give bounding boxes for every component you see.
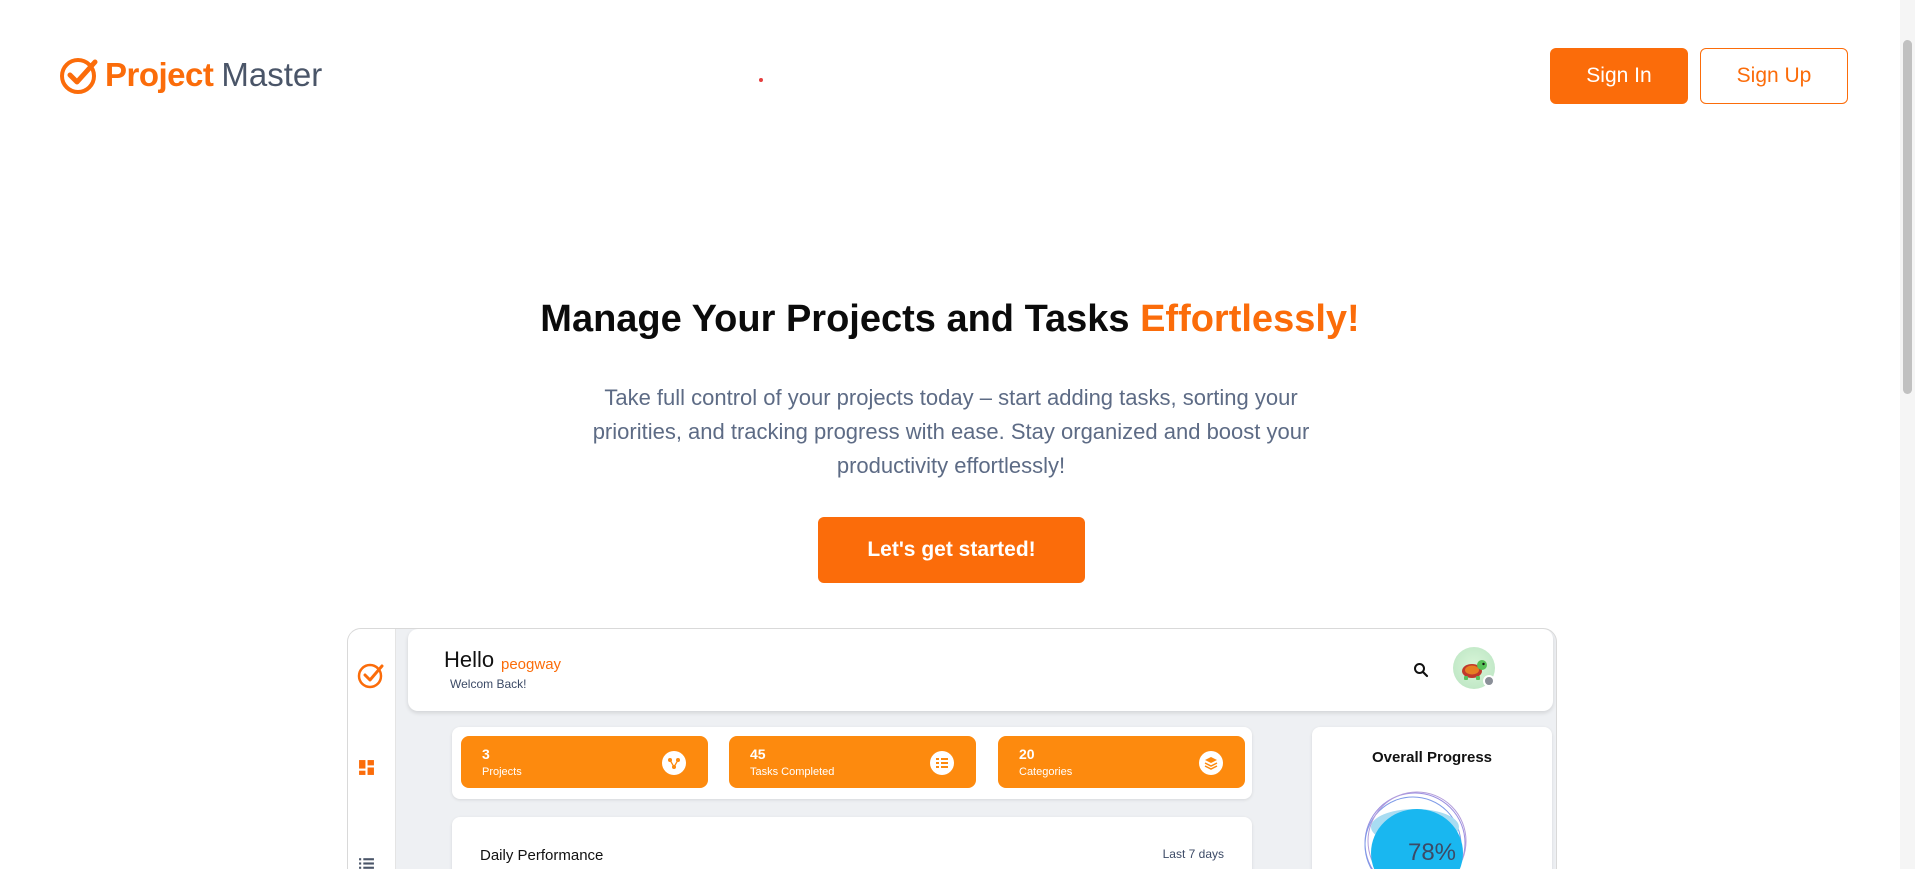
get-started-button[interactable]: Let's get started! (818, 517, 1085, 583)
check-circle-icon (357, 663, 384, 689)
overall-progress-title: Overall Progress (1371, 749, 1493, 766)
stat-card-tasks-completed[interactable]: 45 Tasks Completed (729, 736, 976, 788)
overall-progress-card: Overall Progress 78% (1312, 727, 1552, 869)
checklist-icon (930, 751, 954, 775)
list-icon[interactable] (358, 855, 375, 869)
greeting-text: Hello (444, 647, 495, 672)
stat-card-categories[interactable]: 20 Categories (998, 736, 1245, 788)
hero-subtitle: Take full control of your projects today… (592, 385, 1310, 478)
sign-in-button[interactable]: Sign In (1550, 48, 1688, 104)
top-navigation: Project Master Sign In Sign Up (0, 0, 1900, 155)
stats-panel: 3 Projects 45 Tasks Completed 20 Categor… (452, 727, 1252, 799)
search-icon[interactable] (1413, 662, 1429, 678)
brand-logo[interactable]: Project Master (59, 54, 322, 96)
avatar-status-badge (1483, 675, 1495, 687)
dashboard-preview: Hello peogway Welcom Back! 3 Projects 45… (347, 628, 1557, 869)
stat-value: 45 (750, 746, 766, 762)
preview-topbar: Hello peogway Welcom Back! (408, 629, 1553, 711)
stat-value: 3 (482, 746, 490, 762)
brand-name-strong: Project (105, 56, 214, 93)
hero-title-main: Manage Your Projects and Tasks (540, 298, 1141, 340)
stat-card-projects[interactable]: 3 Projects (461, 736, 708, 788)
sign-up-button[interactable]: Sign Up (1700, 48, 1848, 104)
indicator-dot (759, 78, 763, 82)
stat-value: 20 (1019, 746, 1035, 762)
date-range-selector[interactable]: Last 7 days (1163, 847, 1224, 861)
page-scrollbar[interactable] (1900, 0, 1915, 869)
stat-label: Tasks Completed (750, 766, 835, 778)
dashboard-grid-icon[interactable] (358, 759, 375, 776)
check-circle-icon (60, 58, 98, 94)
daily-performance-title: Daily Performance (480, 847, 604, 864)
daily-performance-card: Daily Performance Last 7 days (452, 817, 1252, 869)
scrollbar-thumb[interactable] (1903, 40, 1912, 394)
username-text: peogway (501, 656, 562, 673)
stat-label: Categories (1019, 766, 1073, 778)
stat-label: Projects (482, 766, 522, 778)
hero-title: Manage Your Projects and Tasks Effortles… (0, 298, 1900, 341)
avatar[interactable] (1453, 647, 1495, 689)
welcome-text: Welcom Back! (450, 677, 527, 691)
brand-name-light: Master (221, 56, 323, 93)
overall-progress-value: 78% (1407, 839, 1457, 866)
layers-icon (1199, 751, 1223, 775)
hero-title-accent: Effortlessly! (1140, 298, 1360, 340)
share-icon (662, 751, 686, 775)
preview-sidebar (348, 629, 396, 869)
